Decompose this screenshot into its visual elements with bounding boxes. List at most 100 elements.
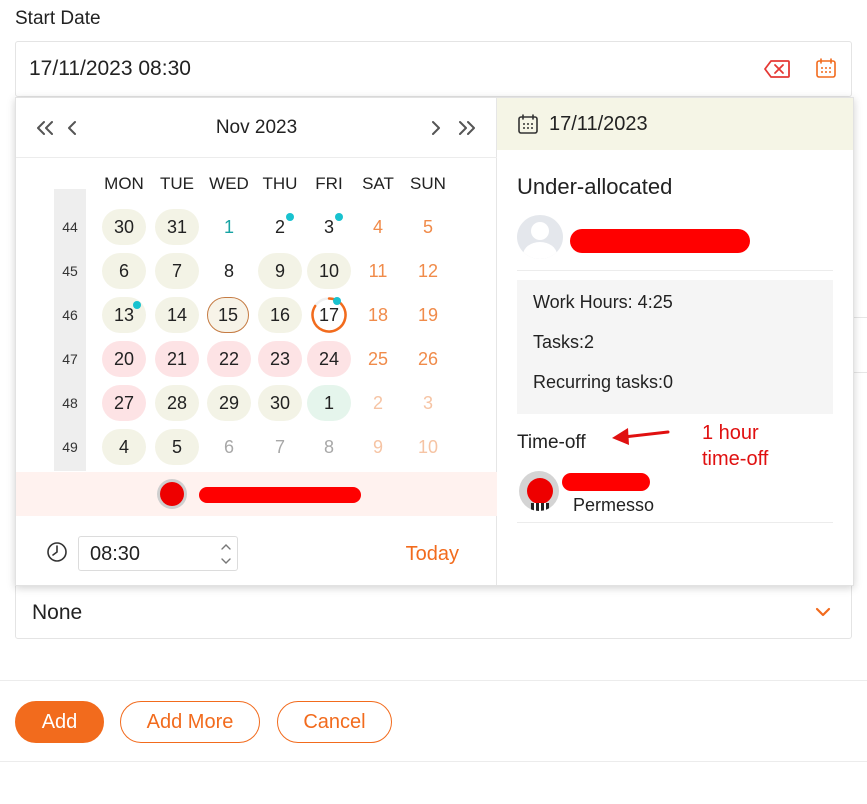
weekday-header: WED — [209, 174, 249, 193]
time-row: 08:30 Today — [16, 516, 497, 586]
calendar-day[interactable]: 25 — [356, 341, 400, 377]
divider — [517, 522, 833, 523]
calendar-day[interactable]: 19 — [406, 297, 450, 333]
calendar-day[interactable]: 23 — [258, 341, 302, 377]
week-number: 44 — [62, 219, 78, 235]
redacted-name — [562, 473, 650, 491]
select-value: None — [32, 601, 83, 624]
calendar-day[interactable]: 7 — [258, 429, 302, 465]
allocation-status: Under-allocated — [517, 174, 673, 199]
calendar-header: Nov 2023 — [16, 98, 497, 158]
calendar-day[interactable]: 9 — [258, 253, 302, 289]
annotation-line: 1 hour — [702, 422, 759, 444]
annotation-arrow-icon — [612, 428, 670, 445]
week-number: 48 — [62, 395, 78, 411]
time-input[interactable]: 08:30 — [78, 536, 238, 571]
clear-input-icon[interactable] — [764, 60, 790, 78]
assignee-select[interactable]: None — [15, 583, 852, 639]
allocation-ring — [311, 297, 347, 333]
time-value: 08:30 — [90, 543, 141, 565]
cancel-button[interactable]: Cancel — [277, 701, 392, 743]
calendar-day[interactable]: 20 — [102, 341, 146, 377]
detail-header: 17/11/2023 — [497, 98, 853, 150]
stats-box: Work Hours: 4:25 Tasks:2 Recurring tasks… — [517, 280, 833, 414]
calendar-day[interactable]: 2 — [258, 209, 302, 245]
today-button[interactable]: Today — [406, 543, 459, 566]
calendar-day[interactable]: 3 — [307, 209, 351, 245]
calendar-day[interactable]: 24 — [307, 341, 351, 377]
avatar — [517, 215, 563, 259]
calendar-day[interactable]: 10 — [406, 429, 450, 465]
divider — [517, 270, 833, 271]
divider — [854, 317, 867, 318]
start-date-value: 17/11/2023 08:30 — [29, 57, 191, 80]
add-more-button[interactable]: Add More — [120, 701, 260, 743]
calendar-day[interactable]: 21 — [155, 341, 199, 377]
weekday-header: FRI — [315, 174, 343, 193]
avatar — [157, 479, 187, 509]
calendar-day-today[interactable]: 15 — [207, 297, 249, 333]
tasks-count: Tasks:2 — [533, 332, 595, 352]
calendar-day[interactable]: 8 — [207, 253, 251, 289]
week-number: 45 — [62, 263, 78, 279]
calendar-day[interactable]: 11 — [356, 253, 400, 289]
divider — [854, 372, 867, 373]
calendar-day[interactable]: 27 — [102, 385, 146, 421]
calendar-day[interactable]: 5 — [155, 429, 199, 465]
redacted-name — [570, 229, 750, 253]
calendar-day[interactable]: 4 — [102, 429, 146, 465]
calendar-day[interactable]: 8 — [307, 429, 351, 465]
event-dot — [335, 213, 343, 221]
next-month-icon[interactable] — [423, 116, 447, 140]
form-footer: Add Add More Cancel — [0, 680, 867, 762]
weekday-header: SAT — [362, 174, 394, 193]
user-time-off-bar — [16, 472, 497, 516]
calendar-day[interactable]: 10 — [307, 253, 351, 289]
annotation-note: 1 hour time-off — [702, 420, 822, 472]
calendar-day[interactable]: 1 — [307, 385, 351, 421]
week-number: 46 — [62, 307, 78, 323]
calendar-day[interactable]: 18 — [356, 297, 400, 333]
calendar-day[interactable]: 28 — [155, 385, 199, 421]
calendar-day[interactable]: 9 — [356, 429, 400, 465]
clock-icon — [47, 542, 67, 562]
calendar-day[interactable]: 4 — [356, 209, 400, 245]
event-dot — [133, 301, 141, 309]
add-button[interactable]: Add — [15, 701, 104, 743]
calendar-day[interactable]: 12 — [406, 253, 450, 289]
calendar-day[interactable]: 30 — [102, 209, 146, 245]
calendar-day[interactable]: 26 — [406, 341, 450, 377]
calendar-day[interactable]: 22 — [207, 341, 251, 377]
weekday-header: TUE — [160, 174, 194, 193]
event-dot — [286, 213, 294, 221]
calendar-day[interactable]: 14 — [155, 297, 199, 333]
calendar-day[interactable]: 16 — [258, 297, 302, 333]
week-number: 49 — [62, 439, 78, 455]
detail-date: 17/11/2023 — [549, 113, 648, 135]
calendar-day[interactable]: 7 — [155, 253, 199, 289]
calendar-day[interactable]: 3 — [406, 385, 450, 421]
calendar-icon[interactable] — [815, 57, 837, 79]
calendar-day[interactable]: 5 — [406, 209, 450, 245]
calendar-pane: Nov 2023 MON TUE WED THU FRI SAT SUN 44 … — [16, 98, 497, 585]
work-hours: Work Hours: 4:25 — [533, 292, 673, 312]
stepper-icon[interactable] — [219, 540, 233, 568]
calendar-day[interactable]: 29 — [207, 385, 251, 421]
time-off-type: Permesso — [573, 495, 655, 515]
start-date-field[interactable]: 17/11/2023 08:30 — [15, 41, 852, 97]
calendar-day[interactable]: 6 — [207, 429, 251, 465]
calendar-day[interactable]: 1 — [207, 209, 251, 245]
date-picker-popover: Nov 2023 MON TUE WED THU FRI SAT SUN 44 … — [15, 97, 854, 586]
next-year-icon[interactable] — [455, 116, 479, 140]
weekday-header: MON — [104, 174, 144, 193]
calendar-day[interactable]: 30 — [258, 385, 302, 421]
time-off-label: Time-off — [517, 432, 586, 453]
avatar — [519, 471, 559, 511]
weekday-header: SUN — [410, 174, 446, 193]
event-dot — [333, 297, 341, 305]
calendar-day[interactable]: 2 — [356, 385, 400, 421]
calendar-day[interactable]: 31 — [155, 209, 199, 245]
calendar-day[interactable]: 6 — [102, 253, 146, 289]
day-detail-pane: 17/11/2023 Under-allocated Work Hours: 4… — [497, 98, 853, 585]
chevron-down-icon[interactable] — [813, 602, 833, 622]
